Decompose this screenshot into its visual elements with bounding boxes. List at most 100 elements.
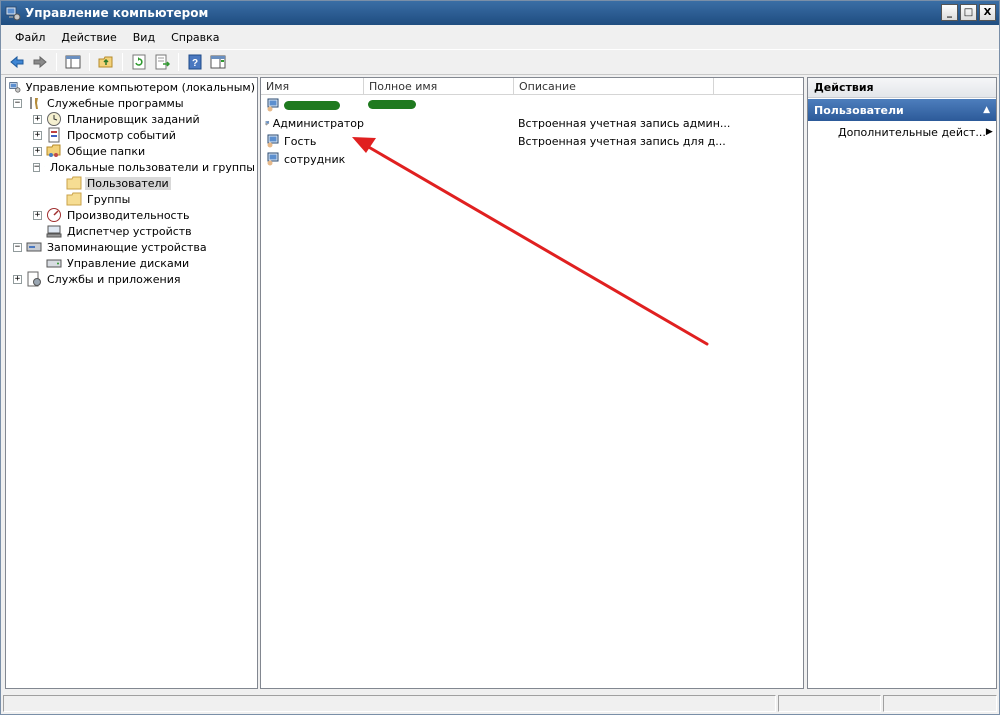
expand-toggle[interactable]: + xyxy=(33,210,42,220)
user-description: Встроенная учетная запись админ... xyxy=(518,116,731,130)
event-viewer-icon xyxy=(48,127,60,143)
tree-item-device-manager[interactable]: Диспетчер устройств xyxy=(6,223,257,239)
user-icon xyxy=(267,98,279,112)
back-button[interactable] xyxy=(7,52,27,72)
disabled-user-icon xyxy=(265,121,270,126)
show-hide-console-tree-icon xyxy=(65,55,81,69)
menu-bar: Файл Действие Вид Справка xyxy=(1,26,999,48)
redacted-full-name xyxy=(368,99,416,109)
menu-help[interactable]: Справка xyxy=(163,29,227,46)
tree-label: Управление дисками xyxy=(67,256,190,270)
more-actions-item[interactable]: Дополнительные дейст... ▶ xyxy=(808,121,996,143)
collapse-toggle[interactable]: − xyxy=(33,162,41,172)
up-level-button[interactable] xyxy=(96,52,116,72)
collapse-arrow-icon[interactable]: ▲ xyxy=(983,105,990,115)
tree-item-users[interactable]: Пользователи xyxy=(6,175,257,191)
column-header-description[interactable]: Описание xyxy=(514,78,714,95)
expand-toggle[interactable]: + xyxy=(13,274,22,284)
table-row[interactable]: Администратор Встроенная учетная запись … xyxy=(261,114,803,132)
tree-item-groups[interactable]: Группы xyxy=(6,191,257,207)
maximize-button[interactable]: □ xyxy=(960,4,977,21)
user-icon xyxy=(267,134,279,148)
toolbar-separator xyxy=(122,53,123,71)
disk-management-icon xyxy=(46,259,62,268)
table-row[interactable]: Гость Встроенная учетная запись для д... xyxy=(261,132,803,150)
tree-label: Планировщик заданий xyxy=(67,112,200,126)
app-window: Управление компьютером _ □ X Файл Действ… xyxy=(0,0,1000,715)
tree-item-event-viewer[interactable]: + Просмотр событий xyxy=(6,127,257,143)
help-button[interactable]: ? xyxy=(185,52,205,72)
window-title: Управление компьютером xyxy=(25,6,209,20)
status-cell xyxy=(3,695,776,712)
tree-item-root[interactable]: Управление компьютером (локальным) xyxy=(6,79,257,95)
show-hide-tree-button[interactable] xyxy=(63,52,83,72)
list-header: Имя Полное имя Описание xyxy=(261,78,803,95)
tree-item-local-users-groups[interactable]: − Локальные пользователи и группы xyxy=(6,159,257,175)
computer-management-icon xyxy=(9,82,21,93)
folder-icon xyxy=(66,192,82,206)
table-row[interactable]: сотрудник xyxy=(261,150,803,168)
expand-toggle[interactable]: + xyxy=(33,130,42,140)
actions-section-users[interactable]: Пользователи ▲ xyxy=(808,99,996,121)
tree-label: Диспетчер устройств xyxy=(67,224,192,238)
users-list-pane[interactable]: Имя Полное имя Описание Администратор Вс… xyxy=(260,77,804,689)
title-bar[interactable]: Управление компьютером _ □ X xyxy=(1,1,999,25)
refresh-button[interactable] xyxy=(129,52,149,72)
status-cell xyxy=(778,695,881,712)
menu-view[interactable]: Вид xyxy=(125,29,163,46)
device-manager-icon xyxy=(46,225,62,238)
tree-item-shared-folders[interactable]: + Общие папки xyxy=(6,143,257,159)
column-header-name[interactable]: Имя xyxy=(261,78,364,95)
status-bar xyxy=(1,693,999,714)
back-arrow-icon xyxy=(10,55,24,69)
toolbar-separator xyxy=(89,53,90,71)
console-tree-pane[interactable]: Управление компьютером (локальным) − Слу… xyxy=(5,77,258,689)
tree-label: Просмотр событий xyxy=(67,128,176,142)
tree-label: Управление компьютером (локальным) xyxy=(25,80,255,94)
tree-item-services-apps[interactable]: + Службы и приложения xyxy=(6,271,257,287)
tree-label: Служебные программы xyxy=(47,96,184,110)
toolbar: ? xyxy=(1,49,999,75)
menu-file[interactable]: Файл xyxy=(7,29,53,46)
actions-section-label: Пользователи xyxy=(814,103,904,117)
forward-button[interactable] xyxy=(30,52,50,72)
tree-item-performance[interactable]: + Производительность xyxy=(6,207,257,223)
close-button[interactable]: X xyxy=(979,4,996,21)
menu-action[interactable]: Действие xyxy=(53,29,124,46)
tools-icon xyxy=(30,97,38,109)
tree-item-system-tools[interactable]: − Служебные программы xyxy=(6,95,257,111)
actions-pane-title: Действия xyxy=(808,78,996,98)
redacted-name xyxy=(284,100,340,110)
forward-arrow-icon xyxy=(33,55,47,69)
tree-item-storage[interactable]: − Запоминающие устройства xyxy=(6,239,257,255)
collapse-toggle[interactable]: − xyxy=(13,98,22,108)
status-cell xyxy=(883,695,997,712)
svg-text:?: ? xyxy=(192,58,198,69)
user-name: Администратор xyxy=(272,116,364,130)
collapse-toggle[interactable]: − xyxy=(13,242,22,252)
user-icon xyxy=(267,152,279,166)
performance-icon xyxy=(47,208,61,222)
tree-label: Службы и приложения xyxy=(47,272,181,286)
submenu-arrow-icon: ▶ xyxy=(985,127,993,137)
tree-label-selected: Пользователи xyxy=(85,176,171,190)
user-name: сотрудник xyxy=(284,152,346,166)
refresh-icon xyxy=(132,54,146,70)
column-header-full-name[interactable]: Полное имя xyxy=(364,78,514,95)
minimize-button[interactable]: _ xyxy=(941,4,958,21)
more-actions-label: Дополнительные дейст... xyxy=(838,125,986,139)
toolbar-separator xyxy=(56,53,57,71)
expand-toggle[interactable]: + xyxy=(33,114,42,124)
show-hide-action-pane-button[interactable] xyxy=(208,52,228,72)
export-list-button[interactable] xyxy=(152,52,172,72)
user-name: Гость xyxy=(284,134,317,148)
expand-toggle[interactable]: + xyxy=(33,146,42,156)
computer-management-icon xyxy=(5,6,21,21)
tree-item-disk-management[interactable]: Управление дисками xyxy=(6,255,257,271)
storage-icon xyxy=(26,242,42,252)
actions-pane: Действия Пользователи ▲ Дополнительные д… xyxy=(807,77,997,689)
tree-item-task-scheduler[interactable]: + Планировщик заданий xyxy=(6,111,257,127)
table-row[interactable] xyxy=(261,96,803,114)
toolbar-separator xyxy=(178,53,179,71)
help-icon: ? xyxy=(188,54,202,70)
